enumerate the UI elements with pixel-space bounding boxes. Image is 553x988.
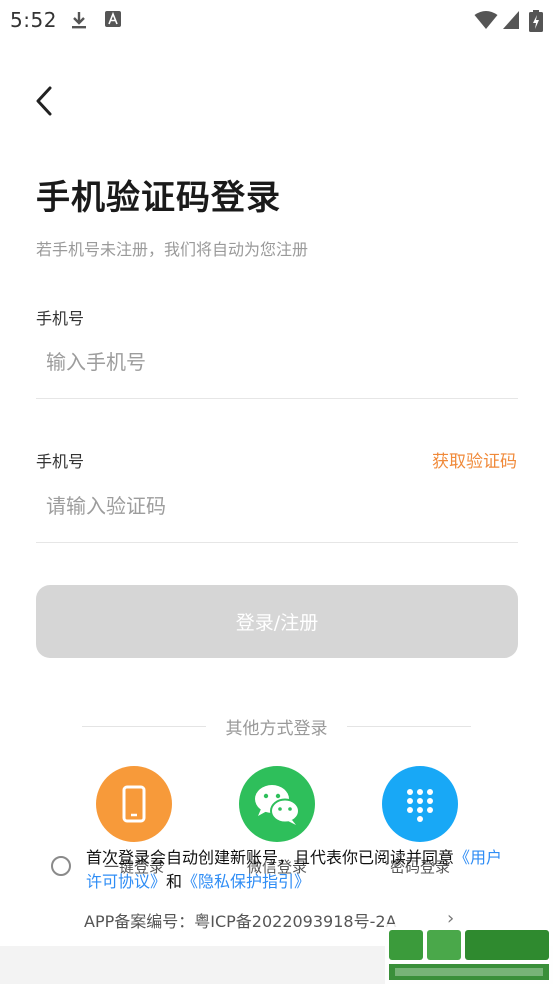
page-subtitle: 若手机号未注册，我们将自动为您注册 [36,240,309,259]
password-login-button[interactable] [382,766,458,842]
agreement-text: 首次登录会自动创建新账号，且代表你已阅读并同意《用户许可协议》和《隐私保护指引》 [86,846,506,894]
code-label: 手机号 [36,452,85,471]
icp-record[interactable]: APP备案编号：粤ICP备2022093918号-2A [84,908,396,932]
battery-charging-icon [529,10,543,36]
other-login-right-line [347,726,471,727]
get-code-button[interactable]: 获取验证码 [432,447,517,472]
agreement-prefix: 首次登录会自动创建新账号，且代表你已阅读并同意 [86,848,455,867]
phone-label: 手机号 [36,309,85,328]
wechat-login-button[interactable] [239,766,315,842]
phone-icon [122,785,146,823]
download-icon [69,10,89,34]
agreement-and: 和 [166,872,183,891]
text-a-icon [104,10,122,32]
status-time: 5:52 [10,8,57,32]
privacy-policy-link[interactable]: 《隐私保护指引》 [182,872,310,891]
login-register-button[interactable]: 登录/注册 [36,585,518,658]
wechat-icon [255,785,300,825]
code-input[interactable] [36,486,516,526]
other-login-header: 其他方式登录 [0,714,553,740]
one-click-login-button[interactable] [96,766,172,842]
status-bar: 5:52 [0,0,553,40]
agreement-checkbox[interactable] [51,856,71,876]
watermark-logo [385,924,553,984]
chevron-left-icon [36,86,52,116]
phone-input[interactable] [36,342,516,382]
signal-icon [502,10,520,34]
phone-divider [36,398,518,399]
wifi-icon [474,10,498,34]
back-button[interactable] [30,84,62,118]
code-divider [36,542,518,543]
keypad-icon [407,789,433,822]
page-title: 手机验证码登录 [36,178,281,218]
